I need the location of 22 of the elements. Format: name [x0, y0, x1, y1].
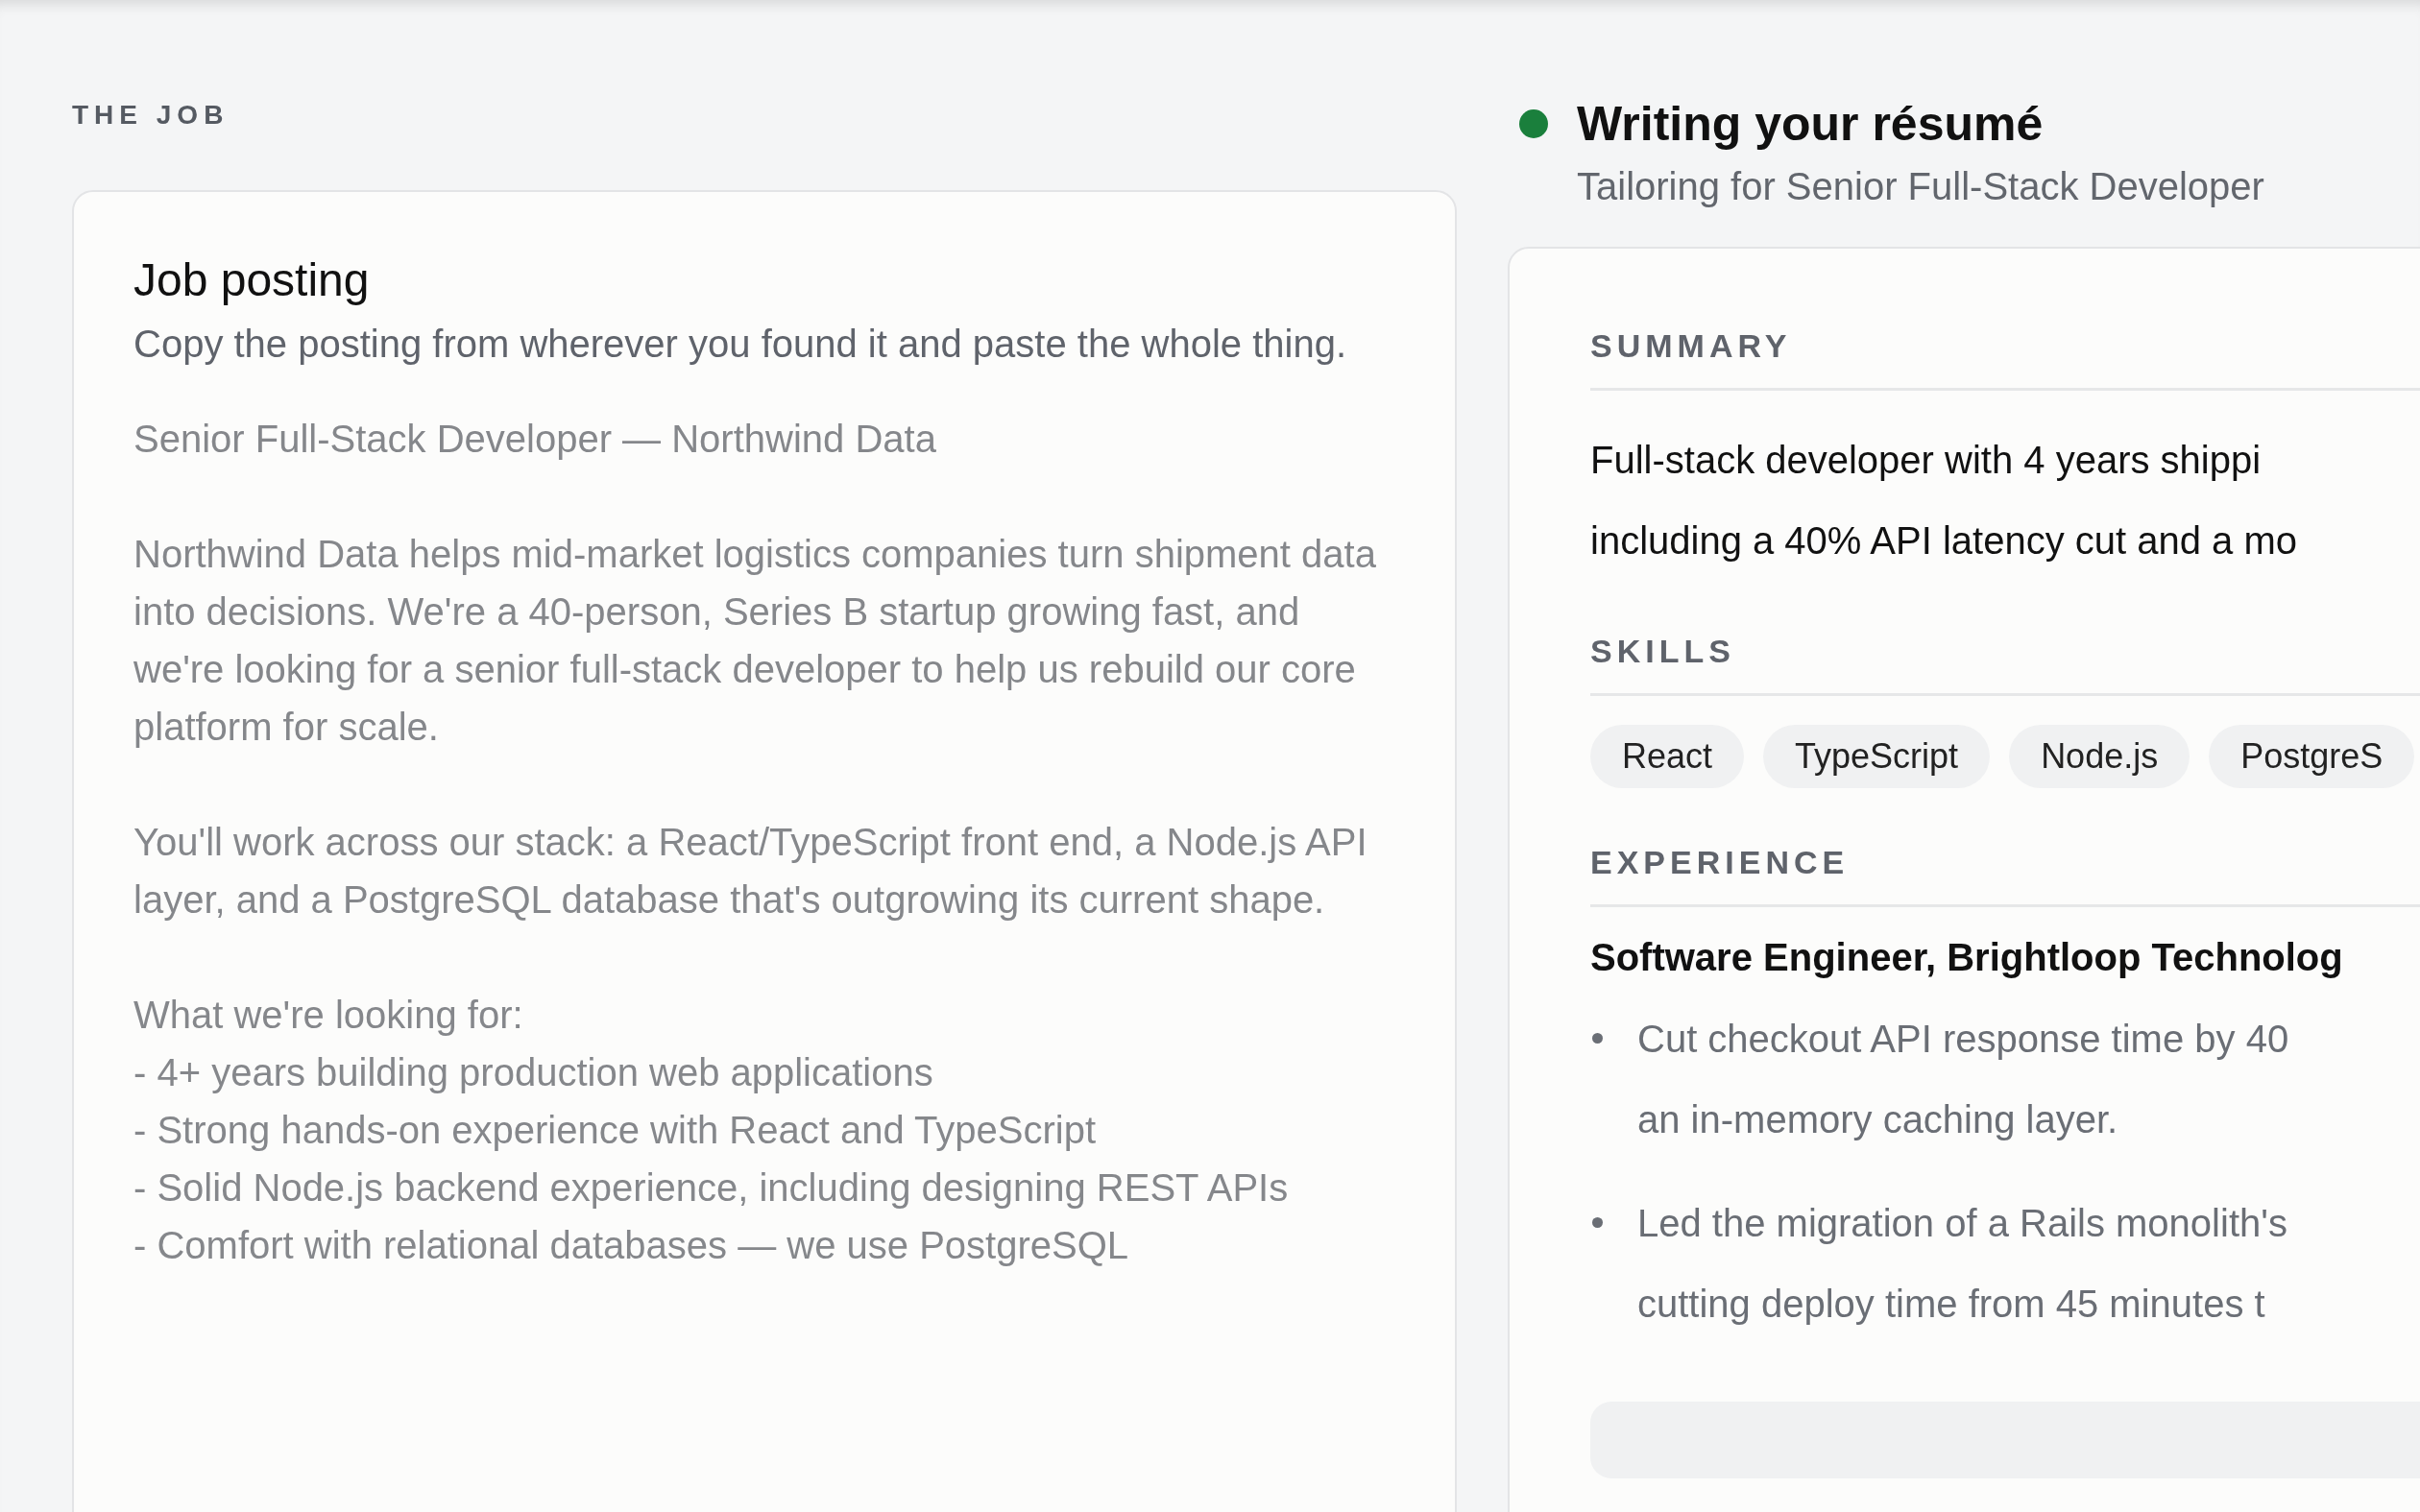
bullet-text: an in-memory caching layer.	[1637, 1097, 2119, 1142]
summary-text: including a 40% API latency cut and a mo	[1590, 518, 2298, 564]
skill-chip: Node.js	[2009, 725, 2190, 788]
resume-title: Writing your résumé	[1577, 96, 2044, 152]
resume-subtitle: Tailoring for Senior Full-Stack Developer	[1577, 165, 2265, 208]
job-role: Software Engineer, Brightloop Technolog	[1590, 936, 2344, 979]
summary-text: Full-stack developer with 4 years shippi	[1590, 438, 2263, 483]
bullet-text: Cut checkout API response time by 40	[1637, 1017, 2289, 1062]
bullet-icon	[1592, 1217, 1603, 1228]
skill-chip: React	[1590, 725, 1745, 788]
bullet-icon	[1592, 1033, 1603, 1044]
bullet-text: cutting deploy time from 45 minutes t	[1637, 1282, 2266, 1327]
card-title: Job posting	[133, 253, 371, 306]
card-hint: Copy the posting from wherever you found it and paste the whole thing.	[133, 322, 1347, 367]
section-heading: SUMMARY	[1590, 327, 2420, 391]
skill-chip: PostgreS	[2209, 725, 2415, 788]
section-heading: SKILLS	[1590, 633, 2420, 696]
section-heading: EXPERIENCE	[1590, 844, 2420, 907]
skill-chip: TypeScript	[1763, 725, 1991, 788]
posting-field[interactable]: Senior Full-Stack Developer — Northwind Data Northwind Data helps mid-market logistics companies turn shipment data into decisions. We're a 40-person, Series B startup growing fast, and we're looking for a senior full-stack developer to help us rebuild our core platform for scale. You'll work across our stack: a React/TypeScript front end, a Node.js API layer, and a PostgreSQL database that's outgrowing its current shape. What we're looking for: - 4+ years building production web applications - Strong hands-on experience with React and TypeScript - Solid Node.js backend experience, including designing REST APIs - Comfort with relational databases — we use PostgreSQL	[133, 410, 1395, 1274]
bullet-text: Led the migration of a Rails monolith's	[1637, 1201, 2287, 1246]
section-label: THE JOB	[72, 100, 230, 132]
